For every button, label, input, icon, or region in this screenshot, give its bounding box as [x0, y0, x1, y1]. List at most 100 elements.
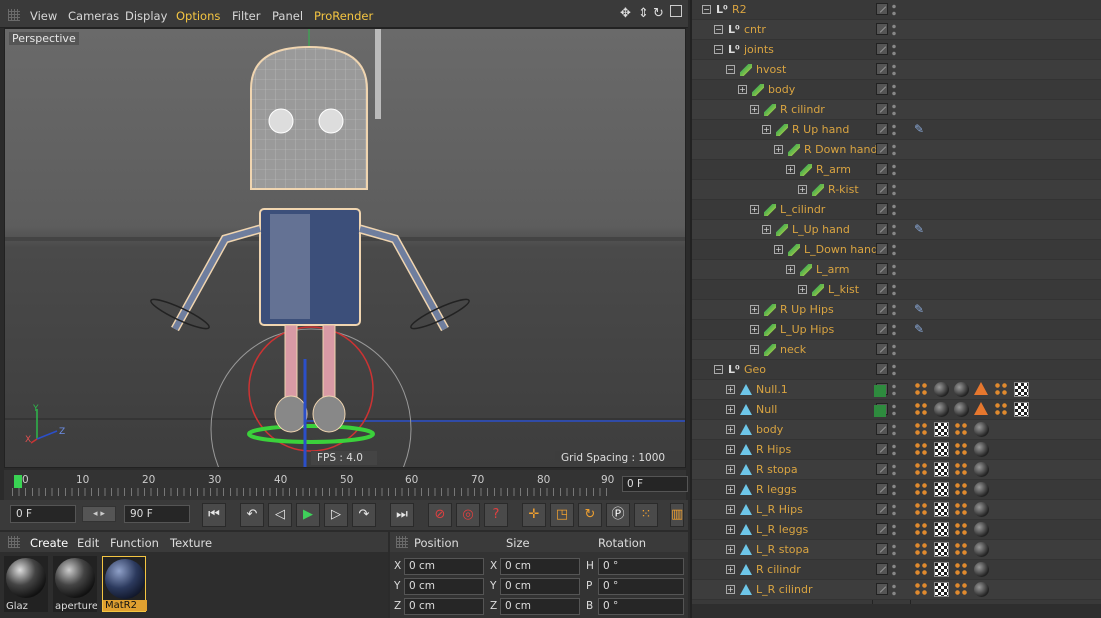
tab-create[interactable]: Create: [30, 536, 68, 550]
keyframe-selection-icon[interactable]: ?: [484, 503, 508, 527]
object-row[interactable]: + R cilindr: [692, 100, 1101, 120]
object-name[interactable]: R cilindr: [780, 103, 825, 116]
play-icon[interactable]: ▶: [296, 503, 320, 527]
visibility-toggle-icon[interactable]: [876, 103, 888, 115]
selection-tag-icon[interactable]: [954, 582, 969, 597]
texture-tag-icon[interactable]: [934, 482, 949, 497]
visibility-toggle-icon[interactable]: [876, 243, 888, 255]
object-name[interactable]: body: [756, 423, 783, 436]
position-x-field[interactable]: 0 cm: [404, 558, 484, 575]
editor-render-dots-icon[interactable]: [892, 183, 896, 197]
visibility-toggle-icon[interactable]: [876, 3, 888, 15]
expand-toggle-icon[interactable]: +: [774, 145, 783, 154]
texture-tag-icon[interactable]: [934, 522, 949, 537]
object-row[interactable]: + L_Up hand ✎: [692, 220, 1101, 240]
layer-color-icon[interactable]: [874, 405, 886, 417]
tab-texture[interactable]: Texture: [170, 536, 212, 550]
editor-render-dots-icon[interactable]: [892, 403, 896, 417]
key-scale-icon[interactable]: ◳: [550, 503, 574, 527]
expand-toggle-icon[interactable]: −: [702, 5, 711, 14]
range-slider-icon[interactable]: ◂ ▸: [82, 506, 116, 522]
ik-tag-icon[interactable]: ✎: [914, 122, 929, 137]
editor-render-dots-icon[interactable]: [892, 243, 896, 257]
expand-toggle-icon[interactable]: +: [738, 85, 747, 94]
selection-tag-icon[interactable]: [914, 582, 929, 597]
position-y-field[interactable]: 0 cm: [404, 578, 484, 595]
visibility-toggle-icon[interactable]: [876, 423, 888, 435]
ik-tag-icon[interactable]: ✎: [914, 222, 929, 237]
editor-render-dots-icon[interactable]: [892, 163, 896, 177]
object-row[interactable]: + Null: [692, 400, 1101, 420]
zoom-view-icon[interactable]: ⇕: [638, 6, 649, 21]
expand-toggle-icon[interactable]: −: [726, 65, 735, 74]
layer-color-icon[interactable]: [874, 385, 886, 397]
object-name[interactable]: R2: [732, 3, 747, 16]
texture-tag-icon[interactable]: [934, 562, 949, 577]
object-row[interactable]: + L_arm: [692, 260, 1101, 280]
expand-toggle-icon[interactable]: +: [726, 525, 735, 534]
object-row[interactable]: + R_arm: [692, 160, 1101, 180]
visibility-toggle-icon[interactable]: [876, 123, 888, 135]
object-name[interactable]: neck: [780, 343, 806, 356]
visibility-toggle-icon[interactable]: [876, 23, 888, 35]
object-row[interactable]: + L_R leggs: [692, 520, 1101, 540]
expand-toggle-icon[interactable]: +: [726, 545, 735, 554]
object-row[interactable]: + R Up Hips ✎: [692, 300, 1101, 320]
object-name[interactable]: R stopa: [756, 463, 798, 476]
object-row[interactable]: + R-kist: [692, 180, 1101, 200]
texture-tag-icon[interactable]: [1014, 402, 1029, 417]
timeline-scheme-icon[interactable]: ▥: [670, 503, 684, 527]
object-row[interactable]: + L_Down hand: [692, 240, 1101, 260]
selection-tag-icon[interactable]: [954, 442, 969, 457]
editor-render-dots-icon[interactable]: [892, 463, 896, 477]
object-row[interactable]: + R Up hand ✎: [692, 120, 1101, 140]
visibility-toggle-icon[interactable]: [876, 503, 888, 515]
editor-render-dots-icon[interactable]: [892, 443, 896, 457]
editor-render-dots-icon[interactable]: [892, 503, 896, 517]
object-name[interactable]: R leggs: [756, 483, 797, 496]
visibility-toggle-icon[interactable]: [876, 563, 888, 575]
object-row[interactable]: − L⁰ joints: [692, 40, 1101, 60]
tab-function[interactable]: Function: [110, 536, 159, 550]
autokey-icon[interactable]: ◎: [456, 503, 480, 527]
start-frame-field[interactable]: 0 F: [10, 505, 76, 523]
material-tag-icon[interactable]: [974, 462, 989, 477]
selection-tag-icon[interactable]: [994, 382, 1009, 397]
object-row[interactable]: + body: [692, 420, 1101, 440]
object-name[interactable]: hvost: [756, 63, 786, 76]
editor-render-dots-icon[interactable]: [892, 363, 896, 377]
object-row[interactable]: + body: [692, 80, 1101, 100]
selection-tag-icon[interactable]: [914, 422, 929, 437]
object-name[interactable]: L_R leggs: [756, 523, 808, 536]
end-frame-field[interactable]: 90 F: [124, 505, 190, 523]
phong-tag-icon[interactable]: [974, 382, 988, 395]
current-frame-field[interactable]: 0 F: [622, 476, 688, 492]
expand-toggle-icon[interactable]: +: [774, 245, 783, 254]
editor-render-dots-icon[interactable]: [892, 423, 896, 437]
editor-render-dots-icon[interactable]: [892, 263, 896, 277]
expand-toggle-icon[interactable]: +: [726, 565, 735, 574]
editor-render-dots-icon[interactable]: [892, 483, 896, 497]
visibility-toggle-icon[interactable]: [876, 523, 888, 535]
object-name[interactable]: L_cilindr: [780, 203, 825, 216]
editor-render-dots-icon[interactable]: [892, 23, 896, 37]
texture-tag-icon[interactable]: [1014, 382, 1029, 397]
visibility-toggle-icon[interactable]: [876, 163, 888, 175]
go-to-start-icon[interactable]: ⏮: [202, 503, 226, 527]
size-z-field[interactable]: 0 cm: [500, 598, 580, 615]
material-tag-icon[interactable]: [954, 402, 969, 417]
menu-cameras[interactable]: Cameras: [68, 9, 119, 23]
rotation-h-field[interactable]: 0 °: [598, 558, 684, 575]
editor-render-dots-icon[interactable]: [892, 383, 896, 397]
object-row[interactable]: + L_R Hips: [692, 500, 1101, 520]
editor-render-dots-icon[interactable]: [892, 63, 896, 77]
object-row[interactable]: + R Down hand: [692, 140, 1101, 160]
expand-toggle-icon[interactable]: +: [798, 185, 807, 194]
expand-toggle-icon[interactable]: +: [750, 305, 759, 314]
object-name[interactable]: L_Up hand: [792, 223, 850, 236]
object-row[interactable]: + L_R cilindr: [692, 580, 1101, 600]
object-name[interactable]: L_Down hand: [804, 243, 878, 256]
ik-tag-icon[interactable]: ✎: [914, 302, 929, 317]
object-row[interactable]: − hvost: [692, 60, 1101, 80]
selection-tag-icon[interactable]: [914, 382, 929, 397]
